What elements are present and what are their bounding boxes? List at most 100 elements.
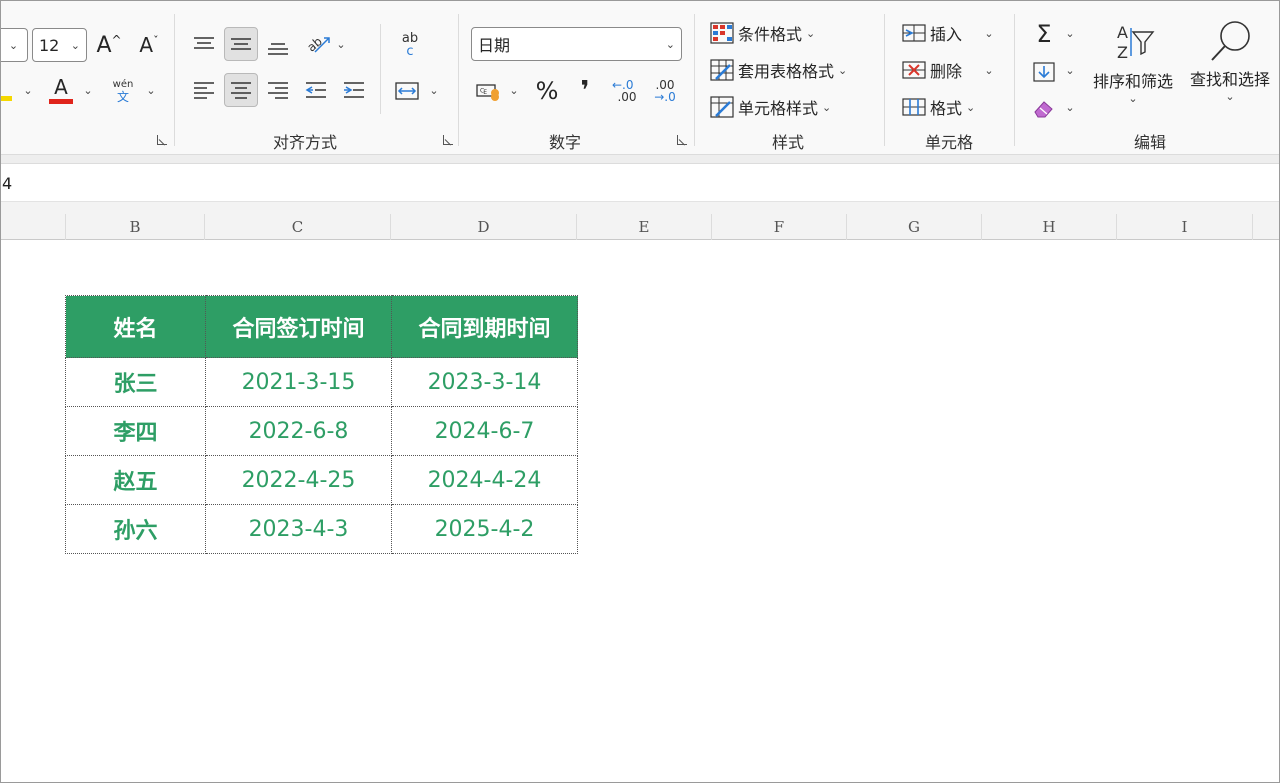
font-color-dropdown[interactable]: ⌄ [78,80,98,100]
conditional-formatting-icon [710,22,734,44]
fill-dropdown[interactable]: ⌄ [1062,61,1078,79]
cell-expiry-date[interactable]: 2025-4-2 [391,504,578,554]
merge-center-button[interactable] [392,76,422,106]
insert-cells-button[interactable]: 插入 [902,21,962,45]
cell-name[interactable]: 赵五 [65,455,206,505]
conditional-formatting-button[interactable]: 条件格式 ⌄ [710,21,815,45]
sort-filter-button[interactable]: AZ 排序和筛选 ⌄ [1088,20,1178,110]
chevron-down-icon: ⌄ [336,37,346,51]
autosum-dropdown[interactable]: ⌄ [1062,24,1078,42]
column-header-b[interactable]: B [65,214,205,240]
number-dialog-launcher-icon[interactable] [676,134,688,146]
group-separator [458,14,459,146]
increase-indent-button[interactable] [338,74,370,106]
bottom-align-button[interactable] [262,30,294,62]
group-separator [884,14,885,146]
decrease-indent-icon [305,82,326,98]
wrap-text-icon: c [406,44,414,59]
increase-indent-icon [344,82,364,98]
comma-style-button[interactable]: ❜ [570,74,600,108]
chevron-down-icon: ⌄ [509,83,519,97]
column-header-c[interactable]: C [205,214,391,240]
styles-group-label: 样式 [771,133,804,152]
percent-style-button[interactable]: % [532,74,562,108]
autosum-button[interactable]: Σ [1028,20,1060,48]
format-cells-button[interactable]: 格式 ⌄ [902,95,975,119]
clear-button[interactable] [1028,94,1060,122]
alignment-dialog-launcher-icon[interactable] [442,134,454,146]
find-select-button[interactable]: 查找和选择 ⌄ [1184,18,1276,110]
cell-sign-date[interactable]: 2023-4-3 [205,504,392,554]
chevron-down-icon: ⌄ [806,26,816,40]
phonetic-icon: 文 [116,90,129,104]
align-top-icon [194,37,214,49]
wrap-text-button[interactable]: ab c [394,28,426,62]
middle-align-button[interactable] [224,27,258,61]
chevron-down-icon: ⌄ [822,100,832,114]
cell-name[interactable]: 李四 [65,406,206,456]
column-headers: B C D E F G H I [0,214,1280,240]
column-header-i[interactable]: I [1117,214,1253,240]
merge-center-dropdown[interactable]: ⌄ [426,82,442,98]
editing-group-label: 编辑 [1133,133,1166,152]
decrease-decimal-button[interactable]: .00 →.0 [650,74,680,108]
formula-bar[interactable]: 4 [0,166,1280,202]
top-align-button[interactable] [188,28,220,60]
caret-down-icon: ˇ [153,33,159,47]
merge-cells-icon [395,82,419,100]
cell-sign-date[interactable]: 2021-3-15 [205,357,392,407]
align-left-button[interactable] [188,74,220,106]
header-expiry-date[interactable]: 合同到期时间 [391,295,578,358]
phonetic-dropdown[interactable]: ⌄ [141,80,161,100]
increase-decimal-button[interactable]: ←.0 .00 [612,74,642,108]
font-color-button[interactable]: A [46,74,76,106]
insert-cells-dropdown[interactable]: ⌄ [980,24,998,42]
decrease-indent-button[interactable] [300,74,332,106]
fill-color-dropdown[interactable]: ⌄ [18,80,38,100]
fill-color-button[interactable] [0,74,14,106]
align-right-icon [268,82,288,99]
column-header-f[interactable]: F [712,214,847,240]
sort-filter-label: 排序和筛选 [1092,72,1173,91]
formula-bar-content: 4 [2,174,13,193]
font-size-dropdown[interactable]: 12 ⌄ [32,28,87,62]
column-header-g[interactable]: G [847,214,982,240]
cell-styles-button[interactable]: 单元格样式 ⌄ [710,95,831,119]
align-right-button[interactable] [262,74,294,106]
cell-expiry-date[interactable]: 2023-3-14 [391,357,578,407]
header-name[interactable]: 姓名 [65,295,206,358]
number-format-value: 日期 [478,36,511,55]
format-as-table-button[interactable]: 套用表格格式 ⌄ [710,58,847,82]
increase-font-size-button[interactable]: A ^ [94,30,124,60]
column-header-d[interactable]: D [391,214,577,240]
clear-dropdown[interactable]: ⌄ [1062,98,1078,116]
phonetic-guide-button[interactable]: wén 文 [108,76,138,106]
cell-sign-date[interactable]: 2022-6-8 [205,406,392,456]
header-sign-date[interactable]: 合同签订时间 [205,295,392,358]
align-center-button[interactable] [224,73,258,107]
orientation-dropdown[interactable]: ⌄ [334,36,348,52]
orientation-button[interactable]: ab [302,28,334,60]
cell-styles-label: 单元格样式 [738,99,819,118]
cell-name[interactable]: 张三 [65,357,206,407]
conditional-formatting-label: 条件格式 [738,25,803,44]
font-shrink-icon: A [139,33,154,57]
fill-button[interactable] [1028,58,1060,86]
decrease-font-size-button[interactable]: Aˇ [134,30,164,60]
cell-expiry-date[interactable]: 2024-6-7 [391,406,578,456]
cell-name[interactable]: 孙六 [65,504,206,554]
font-dialog-launcher-icon[interactable] [156,134,168,146]
table-row: 李四 2022-6-8 2024-6-7 [65,406,578,456]
delete-cells-dropdown[interactable]: ⌄ [980,61,998,79]
format-as-table-label: 套用表格格式 [738,62,835,81]
accounting-format-button[interactable]: ₠ [474,76,504,106]
delete-cells-button[interactable]: 删除 [902,58,962,82]
column-header-h[interactable]: H [982,214,1117,240]
cell-expiry-date[interactable]: 2024-4-24 [391,455,578,505]
column-header-e[interactable]: E [577,214,712,240]
cell-sign-date[interactable]: 2022-4-25 [205,455,392,505]
accounting-format-dropdown[interactable]: ⌄ [506,82,522,98]
sort-filter-icon: AZ [1117,23,1155,62]
font-name-dropdown-chevron[interactable]: ⌄ [0,28,28,62]
number-format-dropdown[interactable]: 日期 ⌄ [471,27,682,61]
